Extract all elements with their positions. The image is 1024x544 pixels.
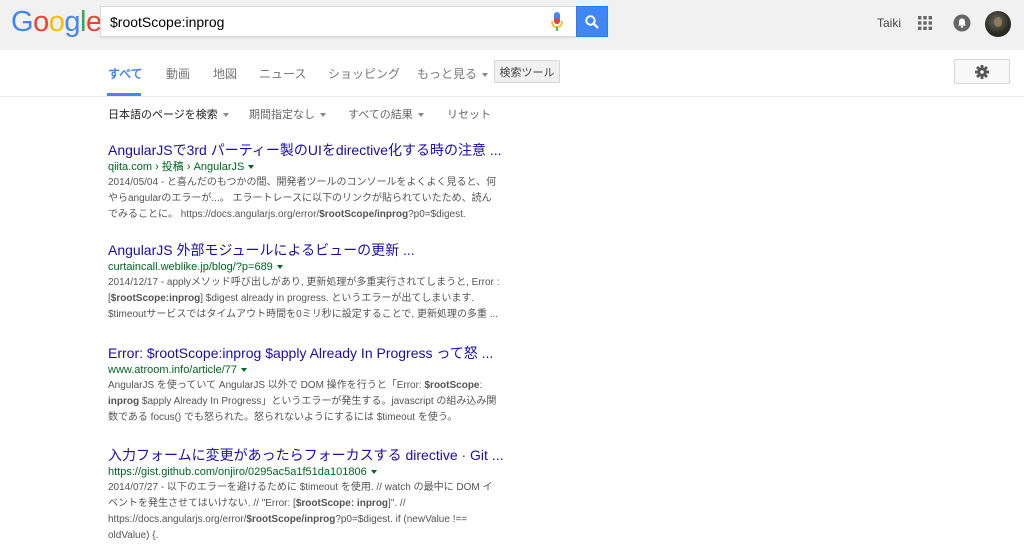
tab-maps[interactable]: 地図 [213, 65, 237, 82]
result-snippet: 2014/07/27 - 以下のエラーを避けるために $timeout を使用.… [108, 480, 520, 544]
apps-grid-icon[interactable] [918, 16, 932, 30]
snippet-text: やらangularのエラーが...。 エラートレースに以下のリンクが貼られていた… [108, 193, 492, 204]
filter-results-label: すべての結果 [348, 109, 413, 121]
snippet-text: 2014/12/17 - applyメソッド呼び出しがあり, 更新処理が多重実行… [108, 277, 500, 288]
result-url[interactable]: www.atroom.info/article/77 [108, 362, 528, 378]
snippet-line: 2014/07/27 - 以下のエラーを避けるために $timeout を使用.… [108, 480, 520, 496]
search-result: AngularJS 外部モジュールによるビューの更新 ... curtainca… [108, 241, 528, 323]
snippet-text: 2014/07/27 - 以下のエラーを避けるために $timeout を使用.… [108, 482, 493, 493]
snippet-highlight: $rootScope: inprog [295, 498, 389, 509]
snippet-highlight: $rootScope:inprog [110, 293, 201, 304]
tab-more-label: もっと見る [417, 67, 478, 81]
result-url-text: qiita.com › 投稿 › AngularJS [108, 161, 245, 173]
result-title-link[interactable]: 入力フォームに変更があったらフォーカスする directive · Git ..… [108, 446, 528, 464]
filter-language[interactable]: 日本語のページを検索 [108, 106, 229, 122]
snippet-line: $timeoutサービスではタイムアウト時間を0ミリ秒に設定することで, 更新処… [108, 307, 520, 323]
search-input[interactable] [110, 12, 540, 32]
snippet-text: $timeoutサービスではタイムアウト時間を0ミリ秒に設定することで, 更新処… [108, 309, 499, 320]
tab-videos[interactable]: 動画 [166, 65, 190, 82]
notification-bell-icon[interactable] [953, 14, 971, 32]
search-tools-button[interactable]: 検索ツール [494, 60, 560, 83]
result-snippet: 2014/05/04 - と喜んだのもつかの間、開発者ツールのコンソールをよくよ… [108, 175, 520, 223]
filter-period-label: 期間指定なし [249, 109, 315, 121]
snippet-text: ?p0=$digest. [408, 209, 466, 220]
snippet-line: 数である focus() でも怒られた。怒られないようにするには $timeou… [108, 410, 520, 426]
chevron-down-icon [482, 72, 489, 77]
snippet-line: [$rootScope:inprog] $digest already in p… [108, 291, 520, 307]
chevron-down-icon [320, 113, 326, 118]
user-avatar[interactable] [985, 11, 1011, 37]
chevron-down-icon[interactable] [248, 165, 255, 170]
snippet-highlight: $rootScope/inprog [246, 514, 336, 525]
snippet-line: 2014/05/04 - と喜んだのもつかの間、開発者ツールのコンソールをよくよ… [108, 175, 520, 191]
snippet-text: oldValue) {. [108, 530, 159, 541]
snippet-line: ベントを発生させてはいけない. // "Error: [$rootScope: … [108, 496, 520, 512]
snippet-text: 数である focus() でも怒られた。怒られないようにするには $timeou… [108, 412, 458, 423]
top-bar: Google Taiki [0, 0, 1024, 50]
search-button[interactable] [576, 6, 608, 37]
snippet-line: inprog $apply Already In Progress」というエラー… [108, 394, 520, 410]
logo-letter: o [33, 6, 49, 38]
snippet-line: やらangularのエラーが...。 エラートレースに以下のリンクが貼られていた… [108, 191, 520, 207]
snippet-text: ベントを発生させてはいけない. // "Error: [ [108, 498, 296, 509]
snippet-text: ?p0=$digest. if (newValue !== [335, 514, 468, 525]
active-tab-indicator [107, 93, 141, 96]
snippet-line: 2014/12/17 - applyメソッド呼び出しがあり, 更新処理が多重実行… [108, 275, 520, 291]
snippet-text: AngularJS を使っていて AngularJS 以外で DOM 操作を行う… [108, 380, 425, 391]
chevron-down-icon[interactable] [276, 265, 283, 270]
filter-language-label: 日本語のページを検索 [108, 109, 218, 121]
chevron-down-icon[interactable] [370, 470, 377, 475]
result-url-text: curtaincall.weblike.jp/blog/?p=689 [108, 261, 273, 273]
snippet-text: 2014/05/04 - と喜んだのもつかの間、開発者ツールのコンソールをよくよ… [108, 177, 497, 188]
result-title-link[interactable]: AngularJSで3rd パーティー製のUIをdirective化する時の注意… [108, 141, 528, 159]
user-name-link[interactable]: Taiki [877, 16, 901, 30]
chevron-down-icon[interactable] [241, 368, 247, 373]
filter-results[interactable]: すべての結果 [348, 106, 424, 122]
snippet-highlight: inprog [108, 396, 140, 407]
result-title-link[interactable]: AngularJS 外部モジュールによるビューの更新 ... [108, 241, 528, 259]
search-tabs: すべて 動画 地図 ニュース ショッピング もっと見る 検索ツール [0, 50, 1024, 97]
tab-all[interactable]: すべて [108, 65, 143, 82]
snippet-text: ]". // [388, 498, 406, 509]
search-icon [585, 14, 599, 29]
snippet-line: でみることに。 https://docs.angularjs.org/error… [108, 207, 520, 223]
snippet-text: でみることに。 https://docs.angularjs.org/error… [108, 209, 320, 220]
settings-button[interactable] [954, 59, 1010, 84]
filter-reset[interactable]: リセット [447, 106, 491, 122]
tab-more[interactable]: もっと見る [417, 65, 489, 82]
google-logo[interactable]: Google [11, 6, 102, 39]
snippet-highlight: $rootScope/inprog [319, 209, 409, 220]
logo-letter: o [48, 6, 65, 38]
snippet-highlight: $rootScope [424, 380, 480, 391]
result-title-link[interactable]: Error: $rootScope:inprog $apply Already … [108, 344, 528, 362]
result-snippet: AngularJS を使っていて AngularJS 以外で DOM 操作を行う… [108, 378, 520, 426]
result-url-text: https://gist.github.com/onjiro/0295ac5a1… [108, 466, 367, 478]
result-url[interactable]: curtaincall.weblike.jp/blog/?p=689 [108, 259, 528, 275]
logo-letter: g [64, 6, 80, 38]
search-result: 入力フォームに変更があったらフォーカスする directive · Git ..… [108, 446, 528, 544]
snippet-text: $apply Already In Progress」というエラーが発生する。j… [139, 396, 497, 407]
gear-icon [975, 64, 989, 79]
search-result: AngularJSで3rd パーティー製のUIをdirective化する時の注意… [108, 141, 528, 223]
result-url[interactable]: https://gist.github.com/onjiro/0295ac5a1… [108, 464, 528, 480]
snippet-line: oldValue) {. [108, 528, 520, 544]
snippet-text: : [479, 380, 483, 391]
logo-letter: G [11, 6, 34, 38]
tab-news[interactable]: ニュース [259, 65, 306, 82]
microphone-icon[interactable] [551, 12, 563, 32]
snippet-line: AngularJS を使っていて AngularJS 以外で DOM 操作を行う… [108, 378, 520, 394]
result-snippet: 2014/12/17 - applyメソッド呼び出しがあり, 更新処理が多重実行… [108, 275, 520, 323]
chevron-down-icon [222, 113, 229, 118]
snippet-text: ] $digest already in progress. というエラーが出て… [200, 293, 475, 304]
search-result: Error: $rootScope:inprog $apply Already … [108, 344, 528, 426]
chevron-down-icon [417, 113, 424, 118]
snippet-text: https://docs.angularjs.org/error/ [108, 514, 247, 525]
tab-shopping[interactable]: ショッピング [328, 65, 400, 82]
search-box[interactable] [100, 6, 576, 37]
filter-period[interactable]: 期間指定なし [249, 106, 326, 122]
snippet-line: https://docs.angularjs.org/error/$rootSc… [108, 512, 520, 528]
result-url[interactable]: qiita.com › 投稿 › AngularJS [108, 159, 528, 175]
result-url-text: www.atroom.info/article/77 [108, 364, 237, 376]
